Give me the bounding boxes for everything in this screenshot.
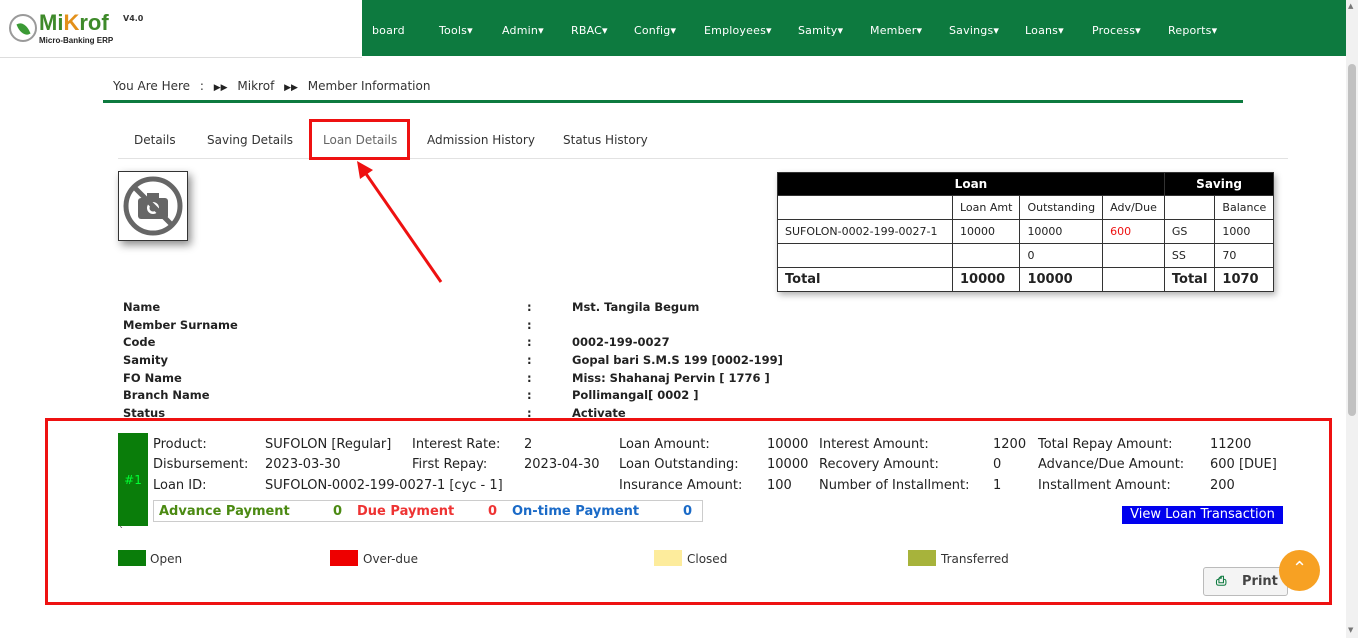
loan-header: Loan (777, 172, 1165, 196)
member-photo (118, 171, 188, 241)
col-outstanding: Outstanding (1019, 195, 1104, 220)
page-scrollbar[interactable]: ▲ ▼ (1346, 0, 1358, 638)
scroll-up-icon[interactable]: ▲ (1348, 2, 1353, 10)
breadcrumb-item-mikrof[interactable]: Mikrof (237, 79, 274, 93)
loan-interest-amount-label: Interest Amount: (819, 437, 929, 452)
legend-swatch-open (118, 550, 146, 566)
table-row: SUFOLON-0002-199-0027-1 10000 10000 600 … (777, 219, 1275, 244)
loan-id-label: Loan ID: (153, 478, 207, 493)
loan-interest-rate-value: 2 (524, 437, 533, 452)
nav-samity[interactable]: Samity▾ (798, 24, 843, 37)
tabs-divider (118, 158, 1288, 159)
nav-admin[interactable]: Admin▾ (502, 24, 544, 37)
scroll-down-icon[interactable]: ▼ (1348, 626, 1353, 634)
double-arrow-icon: ▶▶ (213, 83, 228, 93)
loan-installments-value: 1 (993, 478, 1002, 493)
loan-outstanding-label: Loan Outstanding: (619, 457, 739, 472)
logo[interactable]: MiKrof V4.0 Micro-Banking ERP (0, 0, 362, 58)
tab-details[interactable]: Details (134, 133, 176, 147)
breadcrumb-item-member-information: Member Information (307, 79, 431, 93)
nav-rbac[interactable]: RBAC▾ (571, 24, 608, 37)
advance-payment-value: 0 (333, 504, 343, 519)
nav-config[interactable]: Config▾ (634, 24, 676, 37)
loan-number-badge: #1 (118, 433, 148, 526)
logo-icon (9, 14, 37, 42)
loan-installments-label: Number of Installment: (819, 478, 970, 493)
loan-adv-due-label: Advance/Due Amount: (1038, 457, 1185, 472)
legend-label-closed: Closed (687, 552, 728, 566)
legend-swatch-overdue (330, 550, 358, 566)
logo-version: V4.0 (123, 14, 144, 23)
tab-admission-history[interactable]: Admission History (427, 133, 535, 147)
legend-label-overdue: Over-due (363, 552, 419, 566)
nav-employees[interactable]: Employees▾ (704, 24, 772, 37)
loan-amount-label: Loan Amount: (619, 437, 710, 452)
loan-recovery-label: Recovery Amount: (819, 457, 939, 472)
col-adv-due: Adv/Due (1102, 195, 1165, 220)
logo-subtitle: Micro-Banking ERP (39, 36, 114, 45)
legend-swatch-transferred (908, 550, 936, 566)
loan-disbursement-value: 2023-03-30 (265, 457, 341, 472)
view-loan-transaction-button[interactable]: View Loan Transaction (1122, 506, 1283, 524)
loan-interest-rate-label: Interest Rate: (412, 437, 501, 452)
loan-insurance-value: 100 (767, 478, 792, 493)
breadcrumb-divider (103, 100, 1243, 103)
double-arrow-icon: ▶▶ (284, 83, 298, 93)
chevron-up-icon: ⌃ (1291, 558, 1308, 579)
table-total-row: Total 10000 10000 Total 1070 (777, 267, 1275, 292)
legend-label-transferred: Transferred (941, 552, 1009, 566)
loan-product-label: Product: (153, 437, 207, 452)
legend-label-open: Open (150, 552, 183, 566)
nav-loans[interactable]: Loans▾ (1025, 24, 1064, 37)
printer-icon: ⎙ (1216, 574, 1227, 589)
print-button[interactable]: ⎙ Print (1203, 567, 1288, 596)
loan-total-repay-label: Total Repay Amount: (1038, 437, 1173, 452)
payment-summary: Advance Payment 0 Due Payment 0 On-time … (153, 500, 703, 522)
annotation-arrow (357, 161, 443, 283)
tab-status-history[interactable]: Status History (563, 133, 648, 147)
loan-recovery-value: 0 (993, 457, 1002, 472)
loan-amount-value: 10000 (767, 437, 809, 452)
logo-name: MiKrof (39, 10, 109, 35)
stray-mark: ` (119, 526, 124, 537)
saving-header: Saving (1163, 172, 1275, 196)
nav-reports[interactable]: Reports▾ (1168, 24, 1217, 37)
nav-tools[interactable]: Tools▾ (439, 24, 473, 37)
nav-process[interactable]: Process▾ (1092, 24, 1141, 37)
scroll-thumb[interactable] (1348, 64, 1356, 416)
loan-insurance-label: Insurance Amount: (619, 478, 743, 493)
due-payment-label: Due Payment (357, 504, 455, 519)
legend-swatch-closed (654, 550, 682, 566)
tab-highlight-box (309, 119, 410, 160)
tab-saving-details[interactable]: Saving Details (207, 133, 293, 147)
ontime-payment-label: On-time Payment (512, 504, 640, 519)
loan-id-value: SUFOLON-0002-199-0027-1 [cyc - 1] (265, 478, 503, 493)
due-payment-value: 0 (488, 504, 498, 519)
loan-first-repay-label: First Repay: (412, 457, 488, 472)
table-row: 0 SS 70 (777, 243, 1275, 268)
loan-installment-amount-value: 200 (1210, 478, 1235, 493)
nav-dashboard[interactable]: board (372, 24, 405, 37)
breadcrumb: You Are Here : ▶▶ Mikrof ▶▶ Member Infor… (113, 79, 431, 93)
back-to-top-button[interactable]: ⌃ (1279, 550, 1320, 591)
loan-adv-due-value: 600 [DUE] (1210, 457, 1277, 472)
col-loan-amt: Loan Amt (951, 195, 1021, 220)
loan-interest-amount-value: 1200 (993, 437, 1027, 452)
loan-product-value: SUFOLON [Regular] (265, 437, 392, 452)
advance-payment-label: Advance Payment (159, 504, 290, 519)
col-balance: Balance (1214, 195, 1275, 220)
loan-total-repay-value: 11200 (1210, 437, 1252, 452)
nav-member[interactable]: Member▾ (870, 24, 922, 37)
no-photo-icon (123, 176, 183, 236)
loan-first-repay-value: 2023-04-30 (524, 457, 600, 472)
ontime-payment-value: 0 (683, 504, 693, 519)
loan-saving-summary-table: Loan Saving Loan Amt Outstanding Adv/Due… (777, 172, 1275, 292)
loan-disbursement-label: Disbursement: (153, 457, 249, 472)
nav-savings[interactable]: Savings▾ (949, 24, 999, 37)
loan-installment-amount-label: Installment Amount: (1038, 478, 1171, 493)
loan-outstanding-value: 10000 (767, 457, 809, 472)
